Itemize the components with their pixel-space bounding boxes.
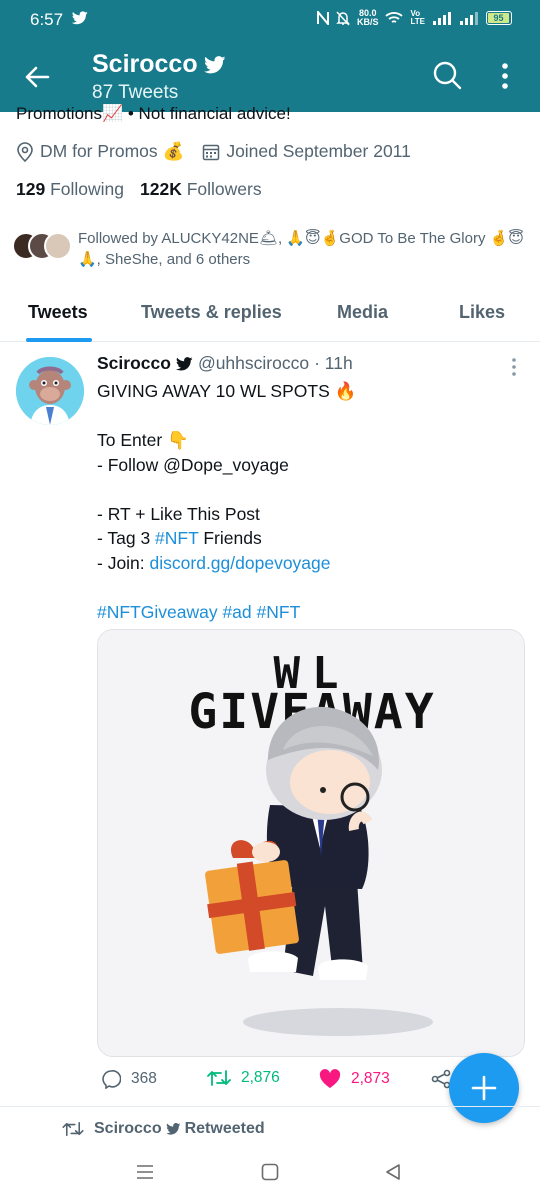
tweet-author-handle[interactable]: @uhhscirocco bbox=[198, 353, 309, 374]
joined-date: Joined September 2011 bbox=[202, 141, 411, 162]
compose-tweet-button[interactable] bbox=[449, 1053, 519, 1123]
tab-tweets[interactable]: Tweets bbox=[28, 302, 88, 323]
back-icon[interactable] bbox=[384, 1163, 402, 1181]
network-speed: 80.0 KB/S bbox=[356, 8, 379, 27]
battery-icon: 95 bbox=[486, 11, 512, 25]
retweet-icon bbox=[62, 1121, 84, 1137]
hashtags-link[interactable]: #NFTGiveaway #ad #NFT bbox=[97, 600, 517, 625]
discord-link[interactable]: discord.gg/dopevoyage bbox=[150, 553, 331, 573]
retweeted-text: Scirocco Retweeted bbox=[94, 1120, 265, 1137]
tweet-text: GIVING AWAY 10 WL SPOTS 🔥 To Enter 👇 - F… bbox=[97, 379, 517, 624]
status-icons: 80.0 KB/S Vo LTE 95 bbox=[316, 8, 512, 27]
calendar-icon bbox=[203, 144, 220, 160]
tweet-time: · 11h bbox=[314, 353, 353, 373]
twitter-bird-icon bbox=[165, 1123, 181, 1135]
signal-icon bbox=[433, 11, 451, 25]
nfc-icon bbox=[316, 11, 329, 25]
status-time: 6:57 bbox=[30, 10, 64, 29]
retweeted-indicator: Scirocco Retweeted bbox=[62, 1120, 265, 1138]
dm-for-promos: DM for Promos 💰 bbox=[16, 141, 184, 162]
giveaway-artwork: WL GIVEAWAY bbox=[98, 630, 524, 1056]
followed-by-row[interactable]: Followed by ALUCKY42NE🛎, 🙏😇🤞GOD To Be Th… bbox=[12, 228, 532, 270]
mute-bell-icon bbox=[336, 10, 350, 26]
twitter-bird-icon bbox=[203, 55, 226, 73]
reply-icon bbox=[102, 1070, 121, 1089]
system-nav-bar bbox=[0, 1150, 540, 1200]
profile-tabs: Tweets Tweets & replies Media Likes bbox=[0, 290, 540, 342]
tab-media[interactable]: Media bbox=[337, 302, 388, 323]
recent-apps-icon[interactable] bbox=[136, 1164, 154, 1180]
follow-counts: 129 Following 122K Followers bbox=[16, 179, 262, 200]
location-pin-icon bbox=[17, 141, 33, 162]
status-bar: 6:57 80.0 KB/S Vo LTE 95 bbox=[0, 0, 540, 40]
ape-avatar-image bbox=[16, 357, 84, 425]
following-link[interactable]: 129 Following bbox=[16, 179, 124, 199]
wifi-icon bbox=[385, 12, 404, 23]
twitter-bird-icon bbox=[175, 356, 193, 371]
tweet-header: Scirocco @uhhscirocco · 11h bbox=[97, 353, 353, 374]
retweet-icon bbox=[207, 1070, 231, 1086]
avatar bbox=[44, 232, 72, 260]
signal-icon-2 bbox=[460, 11, 478, 25]
bio-text: Promotions📈 • Not financial advice! bbox=[16, 104, 291, 122]
followed-by-text: Followed by ALUCKY42NE🛎, 🙏😇🤞GOD To Be Th… bbox=[78, 230, 524, 268]
tab-likes[interactable]: Likes bbox=[459, 302, 505, 323]
reply-button[interactable]: 368 bbox=[101, 1069, 157, 1089]
like-button[interactable]: 2,873 bbox=[319, 1069, 390, 1089]
app-header: 6:57 80.0 KB/S Vo LTE 95 Scirocco 87 Tweet… bbox=[0, 0, 540, 112]
avatar[interactable] bbox=[16, 357, 84, 425]
plus-icon bbox=[471, 1075, 497, 1101]
more-options-icon[interactable] bbox=[500, 62, 510, 90]
tweet-author-name[interactable]: Scirocco bbox=[97, 353, 171, 374]
tab-tweets-replies[interactable]: Tweets & replies bbox=[141, 302, 282, 323]
tweet-more-icon[interactable] bbox=[510, 357, 518, 377]
volte-indicator: Vo LTE bbox=[410, 9, 425, 26]
search-icon[interactable] bbox=[432, 60, 462, 90]
active-tab-indicator bbox=[26, 338, 92, 342]
retweet-button[interactable]: 2,876 bbox=[207, 1069, 280, 1087]
home-icon[interactable] bbox=[261, 1163, 279, 1181]
share-icon bbox=[431, 1069, 451, 1089]
heart-icon bbox=[319, 1069, 341, 1088]
tweet-count: 87 Tweets bbox=[92, 82, 179, 103]
twitter-notification-icon bbox=[72, 11, 88, 25]
profile-header-title: Scirocco bbox=[92, 50, 226, 79]
tweet-media-image[interactable]: WL GIVEAWAY bbox=[97, 629, 525, 1057]
back-arrow-icon[interactable] bbox=[22, 62, 52, 92]
hashtag-link[interactable]: #NFT bbox=[155, 528, 198, 548]
divider bbox=[0, 1106, 540, 1107]
profile-meta: DM for Promos 💰 Joined September 2011 bbox=[16, 141, 429, 162]
share-button[interactable] bbox=[431, 1069, 451, 1089]
follower-avatars bbox=[12, 228, 74, 264]
followers-link[interactable]: 122K Followers bbox=[140, 179, 262, 199]
